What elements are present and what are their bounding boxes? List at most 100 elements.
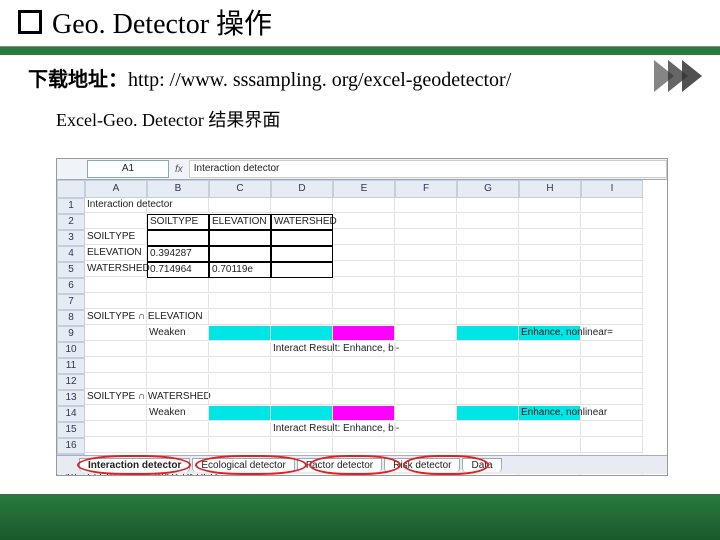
cell[interactable] bbox=[457, 214, 519, 229]
cell[interactable] bbox=[85, 214, 147, 229]
cell[interactable] bbox=[457, 310, 519, 325]
cell[interactable] bbox=[209, 422, 271, 437]
col-header[interactable]: I bbox=[581, 180, 643, 198]
cell[interactable] bbox=[457, 294, 519, 309]
cell[interactable]: Interact Result: Enhance, bi- bbox=[271, 342, 333, 357]
cell[interactable]: SOILTYPE ∩ ELEVATION bbox=[85, 310, 147, 325]
cell[interactable] bbox=[333, 438, 395, 453]
cell[interactable] bbox=[147, 294, 209, 309]
cell[interactable] bbox=[147, 438, 209, 453]
cell[interactable]: Interact Result: Enhance, bi- bbox=[271, 422, 333, 437]
cell[interactable] bbox=[271, 390, 333, 405]
cell[interactable] bbox=[519, 214, 581, 229]
cell[interactable] bbox=[209, 438, 271, 453]
cell[interactable] bbox=[457, 342, 519, 357]
row-header[interactable]: 14 bbox=[57, 406, 85, 422]
cell[interactable]: Weaken bbox=[147, 326, 209, 341]
cell[interactable] bbox=[519, 246, 581, 261]
cell[interactable] bbox=[581, 438, 643, 453]
cell[interactable] bbox=[271, 294, 333, 309]
cell[interactable] bbox=[457, 374, 519, 389]
cell[interactable] bbox=[333, 374, 395, 389]
cell[interactable] bbox=[333, 278, 395, 293]
row-header[interactable]: 11 bbox=[57, 358, 85, 374]
cell[interactable] bbox=[85, 358, 147, 373]
cell[interactable]: SOILTYPE bbox=[85, 230, 147, 245]
cell[interactable] bbox=[147, 390, 209, 405]
cell[interactable] bbox=[333, 406, 395, 421]
cell[interactable] bbox=[581, 294, 643, 309]
cell[interactable] bbox=[395, 326, 457, 341]
cell[interactable] bbox=[147, 422, 209, 437]
cell[interactable] bbox=[333, 390, 395, 405]
cell[interactable] bbox=[519, 358, 581, 373]
cell[interactable] bbox=[519, 390, 581, 405]
cell[interactable] bbox=[395, 422, 457, 437]
cell[interactable] bbox=[271, 374, 333, 389]
cell[interactable] bbox=[395, 262, 457, 277]
cell[interactable] bbox=[581, 326, 643, 341]
cell[interactable] bbox=[271, 246, 333, 262]
cell[interactable] bbox=[581, 390, 643, 405]
formula-input[interactable]: Interaction detector bbox=[189, 160, 667, 178]
cell[interactable] bbox=[209, 406, 271, 421]
row-header[interactable]: 15 bbox=[57, 422, 85, 438]
cell[interactable]: SOILTYPE bbox=[147, 214, 209, 230]
cell[interactable] bbox=[519, 294, 581, 309]
cell[interactable]: 0.70119e bbox=[209, 262, 271, 278]
cell[interactable]: 0.714964 bbox=[147, 262, 209, 278]
cell[interactable] bbox=[333, 294, 395, 309]
cell[interactable] bbox=[457, 390, 519, 405]
cell[interactable] bbox=[85, 438, 147, 453]
cell[interactable] bbox=[457, 358, 519, 373]
cell[interactable] bbox=[581, 198, 643, 213]
cell[interactable] bbox=[395, 278, 457, 293]
cell[interactable]: Enhance, nonlinear= bbox=[519, 326, 581, 341]
cell[interactable] bbox=[457, 406, 519, 421]
cell[interactable] bbox=[271, 358, 333, 373]
cell[interactable] bbox=[519, 438, 581, 453]
cell[interactable] bbox=[85, 374, 147, 389]
cell[interactable] bbox=[209, 310, 271, 325]
cell[interactable] bbox=[333, 326, 395, 341]
cell[interactable] bbox=[395, 438, 457, 453]
corner[interactable] bbox=[57, 180, 85, 198]
tab-risk[interactable]: Risk detector bbox=[384, 458, 460, 472]
col-header[interactable]: B bbox=[147, 180, 209, 198]
cell[interactable] bbox=[457, 438, 519, 453]
col-header[interactable]: A bbox=[85, 180, 147, 198]
cell[interactable] bbox=[519, 422, 581, 437]
cell[interactable] bbox=[209, 294, 271, 309]
col-header[interactable]: C bbox=[209, 180, 271, 198]
cell[interactable] bbox=[395, 358, 457, 373]
cell[interactable] bbox=[581, 358, 643, 373]
cell[interactable] bbox=[147, 310, 209, 325]
cell[interactable] bbox=[395, 390, 457, 405]
cell[interactable] bbox=[395, 342, 457, 357]
row-header[interactable]: 4 bbox=[57, 246, 85, 262]
cell[interactable] bbox=[85, 342, 147, 357]
cell[interactable] bbox=[271, 310, 333, 325]
cell[interactable] bbox=[271, 406, 333, 421]
cell[interactable] bbox=[147, 342, 209, 357]
col-header[interactable]: E bbox=[333, 180, 395, 198]
cell[interactable] bbox=[457, 422, 519, 437]
cell[interactable] bbox=[395, 246, 457, 261]
cell[interactable] bbox=[147, 374, 209, 389]
cell[interactable] bbox=[457, 262, 519, 277]
cell[interactable] bbox=[457, 326, 519, 341]
cell[interactable] bbox=[581, 406, 643, 421]
cell[interactable] bbox=[147, 230, 209, 246]
cell[interactable] bbox=[209, 342, 271, 357]
cell[interactable] bbox=[395, 310, 457, 325]
col-header[interactable]: F bbox=[395, 180, 457, 198]
cell[interactable] bbox=[271, 230, 333, 246]
cell[interactable] bbox=[333, 214, 395, 229]
row-header[interactable]: 2 bbox=[57, 214, 85, 230]
row-header[interactable]: 13 bbox=[57, 390, 85, 406]
cell[interactable] bbox=[209, 390, 271, 405]
cell[interactable] bbox=[85, 422, 147, 437]
cell[interactable] bbox=[395, 214, 457, 229]
cell[interactable] bbox=[395, 198, 457, 213]
cell[interactable] bbox=[581, 310, 643, 325]
